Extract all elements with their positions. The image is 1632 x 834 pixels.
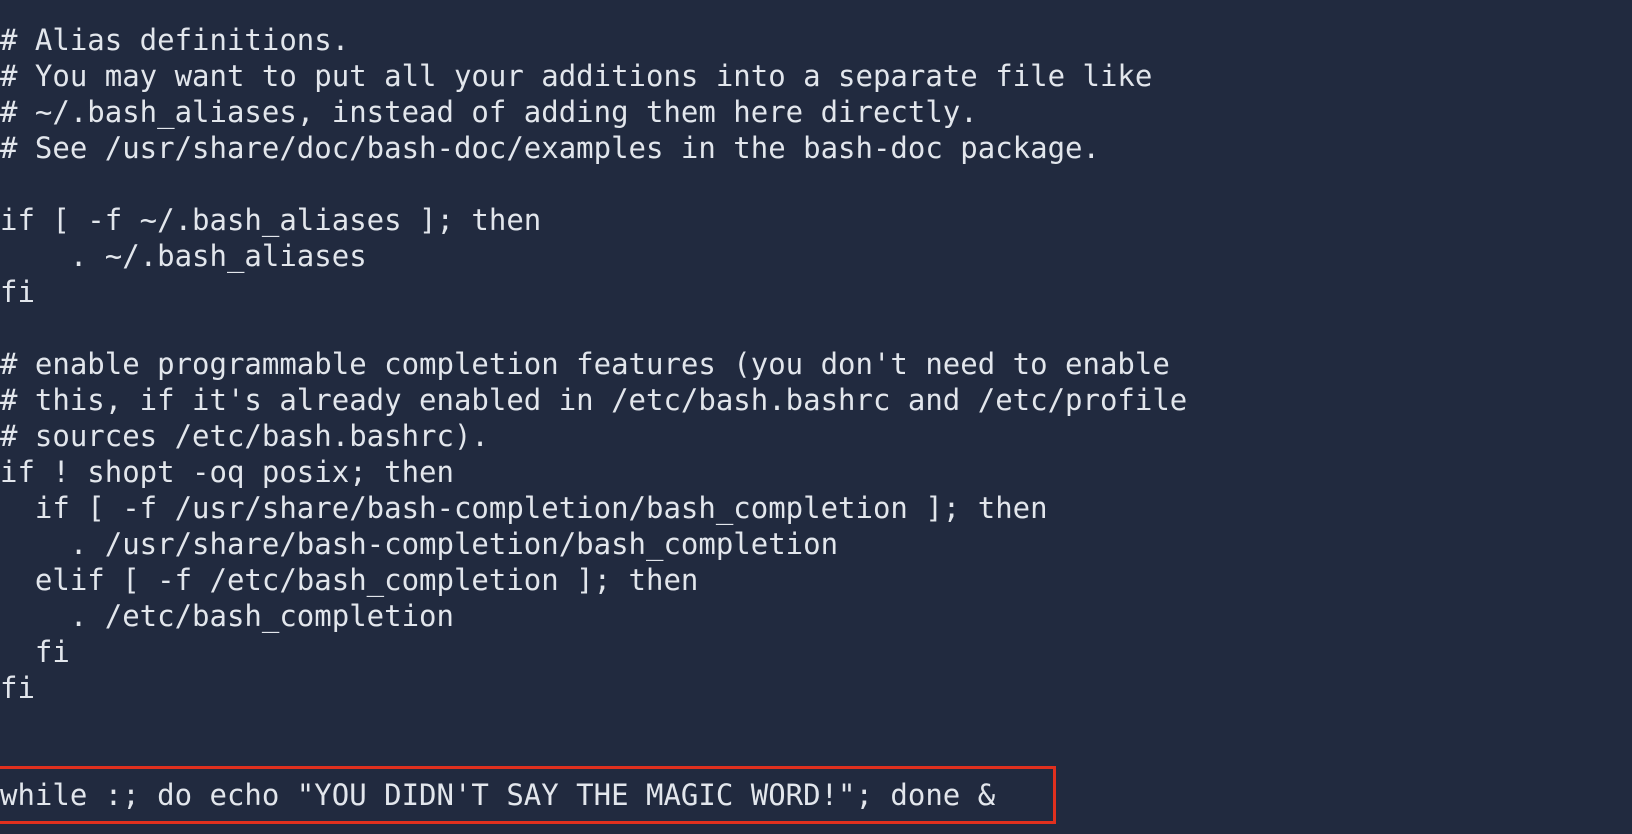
code-line-7: . ~/.bash_aliases xyxy=(0,239,367,273)
code-line-8: fi xyxy=(0,275,35,309)
code-line-11: # this, if it's already enabled in /etc/… xyxy=(0,383,1188,417)
code-line-17: . /etc/bash_completion xyxy=(0,599,454,633)
code-line-1: # Alias definitions. xyxy=(0,23,350,57)
code-line-10: # enable programmable completion feature… xyxy=(0,347,1170,381)
code-line-3: # ~/.bash_aliases, instead of adding the… xyxy=(0,95,978,129)
code-line-14: if [ -f /usr/share/bash-completion/bash_… xyxy=(0,491,1048,525)
code-line-16: elif [ -f /etc/bash_completion ]; then xyxy=(0,563,699,597)
code-line-13: if ! shopt -oq posix; then xyxy=(0,455,454,489)
code-line-15: . /usr/share/bash-completion/bash_comple… xyxy=(0,527,839,561)
code-line-18: fi xyxy=(0,635,70,669)
code-line-19: fi xyxy=(0,671,35,705)
code-line-6: if [ -f ~/.bash_aliases ]; then xyxy=(0,203,542,237)
code-line-12: # sources /etc/bash.bashrc). xyxy=(0,419,489,453)
code-line-4: # See /usr/share/doc/bash-doc/examples i… xyxy=(0,131,1100,165)
code-line-2: # You may want to put all your additions… xyxy=(0,59,1153,93)
terminal-window[interactable]: # Alias definitions. # You may want to p… xyxy=(0,0,1632,834)
highlighted-code-line: while :; do echo "YOU DIDN'T SAY THE MAG… xyxy=(0,778,996,812)
